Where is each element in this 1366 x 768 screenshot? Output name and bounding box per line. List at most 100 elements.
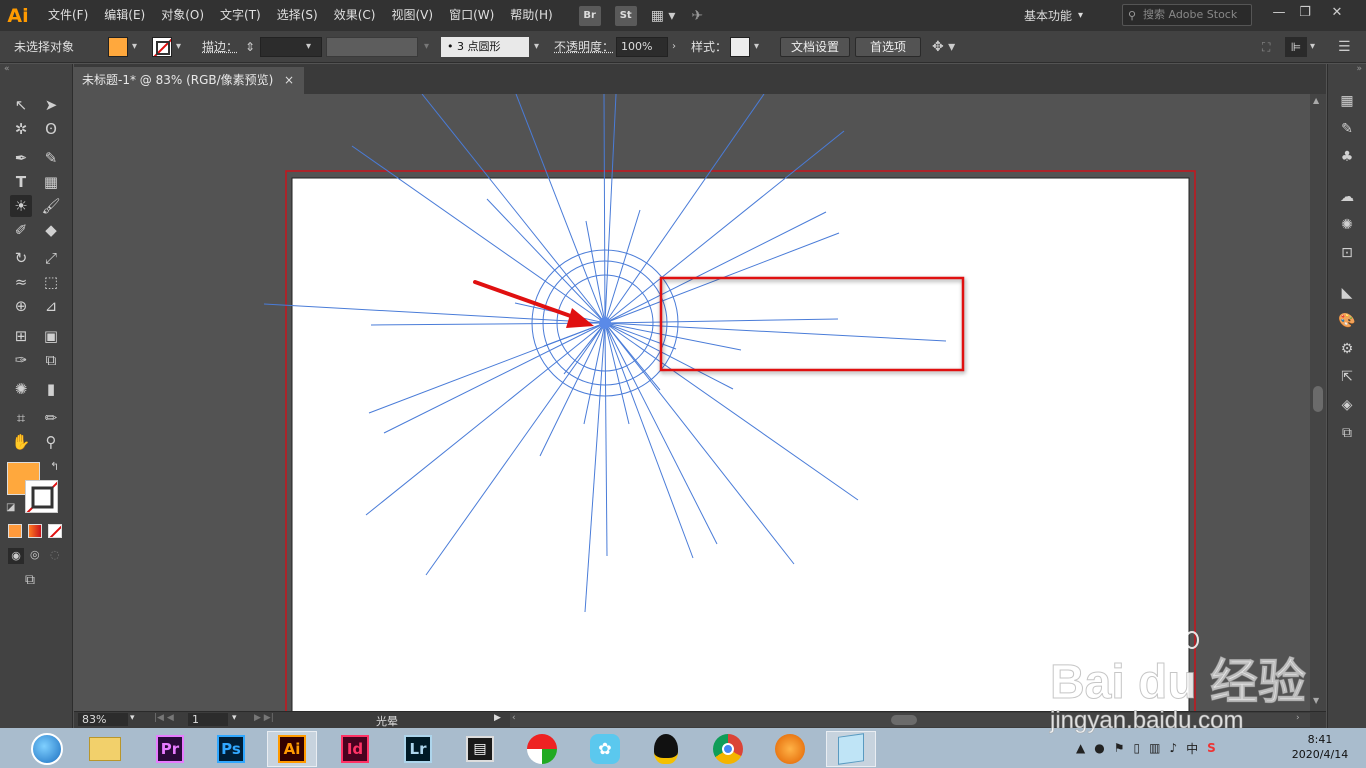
gradient-panel-icon[interactable]: ◣ [1336, 282, 1358, 304]
eyedropper-tool-icon[interactable]: ✑ [10, 349, 32, 371]
blend-tool-icon[interactable]: ⧉ [40, 349, 62, 371]
menu-window[interactable]: 窗口(W) [441, 0, 502, 31]
eraser-tool-icon[interactable]: ◆ [40, 219, 62, 241]
volume-icon[interactable]: ♪ [1169, 741, 1177, 755]
shaper-tool-icon[interactable]: ✐ [10, 219, 32, 241]
chevron-down-icon[interactable]: ▾ [176, 37, 181, 57]
chevron-down-icon[interactable]: ▾ [754, 37, 759, 57]
umbrella-app[interactable] [517, 731, 567, 767]
draw-normal-icon[interactable]: ◉ [8, 548, 24, 564]
lasso-tool-icon[interactable]: ʘ [40, 118, 62, 140]
chevron-left-icon[interactable]: ‹ [512, 713, 516, 723]
chevron-up-icon[interactable]: ▲ [1313, 96, 1319, 105]
scale-tool-icon[interactable]: ⤢ [40, 247, 62, 269]
stroke-color-box[interactable] [25, 480, 58, 513]
draw-inside-icon[interactable]: ◌ [50, 548, 60, 561]
lightroom-app[interactable]: Lr [393, 731, 443, 767]
perspective-grid-tool-icon[interactable]: ⊿ [40, 295, 62, 317]
zoom-tool-icon[interactable]: ⚲ [40, 431, 62, 453]
opacity-field[interactable]: 100% [616, 37, 668, 57]
tray-expand-icon[interactable]: ▲ [1076, 741, 1085, 755]
illustrator-app[interactable]: Ai [267, 731, 317, 767]
menu-view[interactable]: 视图(V) [383, 0, 441, 31]
chevron-down-icon[interactable]: ▾ [534, 37, 539, 57]
first-artboard-icon[interactable]: |◀ ◀ [154, 713, 174, 723]
graphic-styles-icon[interactable]: ⚙ [1336, 338, 1358, 360]
brushes-panel-icon[interactable]: ✎ [1336, 118, 1358, 140]
collapse-icon[interactable]: « [4, 64, 10, 74]
canvas-area[interactable] [74, 94, 1310, 711]
sogou-browser-app[interactable] [765, 731, 815, 767]
layers-panel-icon[interactable]: ◈ [1336, 394, 1358, 416]
appearance-panel-icon[interactable]: ✺ [1336, 214, 1358, 236]
color-mode-icon[interactable] [8, 524, 22, 538]
line-segment-tool-icon[interactable]: ▦ [40, 171, 62, 193]
file-explorer-app[interactable] [80, 731, 130, 767]
chevron-down-icon[interactable]: ▾ [232, 713, 237, 723]
gradient-tool-icon[interactable]: ▣ [40, 325, 62, 347]
stroke-weight-field[interactable] [260, 37, 322, 57]
pen-tool-icon[interactable]: ✒ [10, 147, 32, 169]
magic-wand-tool-icon[interactable]: ✲ [10, 118, 32, 140]
menu-object[interactable]: 对象(O) [153, 0, 212, 31]
chevron-down-icon[interactable]: ▾ [306, 37, 311, 57]
photoshop-app[interactable]: Ps [206, 731, 256, 767]
symbols-panel-icon[interactable]: ♣ [1336, 146, 1358, 168]
links-panel-icon[interactable]: ⇱ [1336, 366, 1358, 388]
mesh-tool-icon[interactable]: ⊞ [10, 325, 32, 347]
symbol-sprayer-tool-icon[interactable]: ✺ [10, 378, 32, 400]
system-clock[interactable]: 8:41 2020/4/14 [1290, 732, 1350, 762]
zoom-field[interactable]: 83% [78, 713, 128, 726]
gpu-performance-icon[interactable]: ✈ [691, 8, 703, 24]
default-colors-icon[interactable]: ◪ [6, 502, 15, 513]
sogou-ime-icon[interactable]: S [1207, 741, 1216, 755]
chevron-right-icon[interactable]: › [1296, 713, 1300, 723]
variable-width-profile[interactable] [326, 37, 418, 57]
horizontal-scroll-thumb[interactable] [891, 715, 917, 725]
column-graph-tool-icon[interactable]: ▮ [40, 378, 62, 400]
menu-help[interactable]: 帮助(H) [502, 0, 560, 31]
swatches-panel-icon[interactable]: ▦ [1336, 90, 1358, 112]
preferences-button[interactable]: 首选项 [855, 37, 921, 57]
qq-app[interactable] [641, 731, 691, 767]
menu-type[interactable]: 文字(T) [212, 0, 269, 31]
panel-menu-icon[interactable]: ☰ [1338, 37, 1351, 57]
network-icon[interactable]: ▥ [1149, 741, 1160, 755]
power-icon[interactable]: ▯ [1133, 741, 1140, 755]
menu-edit[interactable]: 编辑(E) [96, 0, 153, 31]
draw-behind-icon[interactable]: ◎ [30, 548, 40, 561]
artboard-tool-icon[interactable]: ⌗ [10, 407, 32, 429]
qq-tray-icon[interactable]: ● [1094, 741, 1104, 755]
rotate-tool-icon[interactable]: ↻ [10, 247, 32, 269]
status-menu-icon[interactable]: ▶ [494, 713, 501, 723]
bridge-button[interactable]: Br [578, 5, 601, 26]
hand-tool-icon[interactable]: ✋ [10, 431, 32, 453]
flag-icon[interactable]: ⚑ [1114, 741, 1125, 755]
opacity-label[interactable]: 不透明度： [554, 37, 614, 57]
expand-icon[interactable]: » [1356, 64, 1362, 74]
restore-icon[interactable]: ❐ [1288, 0, 1322, 24]
chevron-down-icon[interactable]: ▾ [130, 713, 135, 723]
fill-swatch[interactable] [108, 37, 128, 57]
export-panel-icon[interactable]: ⊡ [1336, 242, 1358, 264]
slice-tool-icon[interactable]: ✏ [40, 407, 62, 429]
paintbrush-tool-icon[interactable]: 🖌 [40, 195, 62, 217]
stroke-label[interactable]: 描边： [202, 37, 238, 57]
document-setup-button[interactable]: 文档设置 [780, 37, 850, 57]
last-artboard-icon[interactable]: ▶ ▶| [254, 713, 274, 723]
chevron-down-icon[interactable]: ▼ [1313, 696, 1319, 705]
stepper-icon[interactable]: ⇕ [245, 37, 255, 57]
start-button[interactable] [22, 731, 72, 767]
artboard-number-field[interactable]: 1 [188, 713, 228, 726]
flare-tool-icon[interactable]: ☀ [10, 195, 32, 217]
menu-effect[interactable]: 效果(C) [326, 0, 384, 31]
document-tab[interactable]: 未标题-1* @ 83% (RGB/像素预览) × [74, 67, 304, 94]
shape-builder-tool-icon[interactable]: ⊕ [10, 295, 32, 317]
horizontal-scrollbar[interactable]: ‹ › [510, 713, 1310, 727]
align-icon[interactable]: ⊫ [1285, 37, 1307, 57]
stock-button[interactable]: St [614, 5, 637, 26]
workspace-switcher[interactable]: 基本功能 ▾ [1024, 0, 1083, 31]
free-transform-tool-icon[interactable]: ⬚ [40, 271, 62, 293]
close-tab-icon[interactable]: × [284, 67, 294, 94]
screen-mode-icon[interactable]: ⧉ [25, 572, 35, 588]
